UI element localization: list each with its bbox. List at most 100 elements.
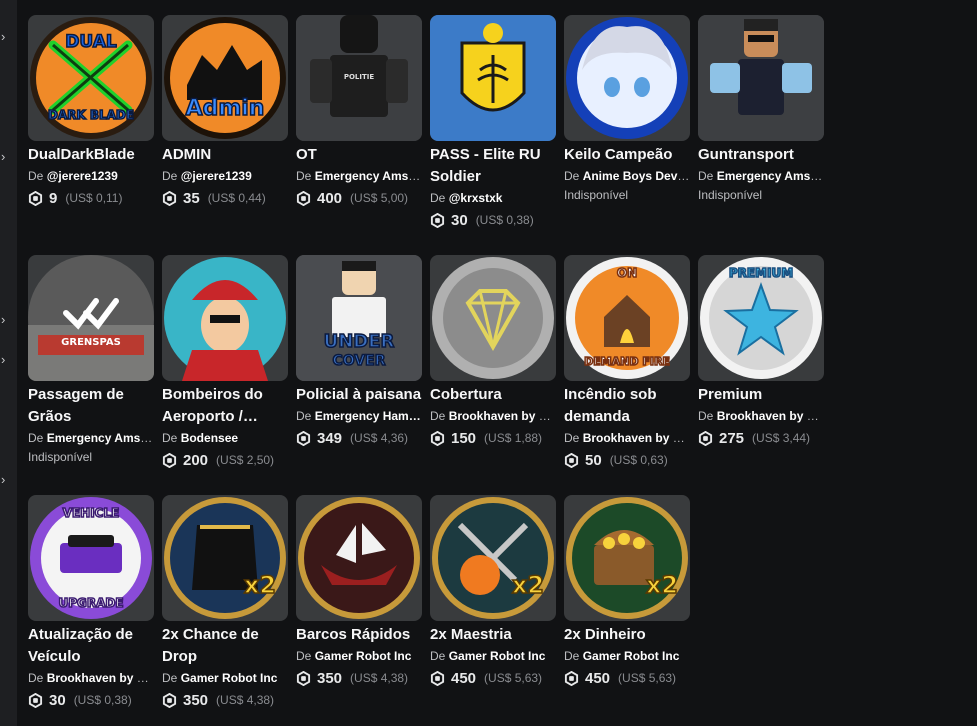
gamepass-name[interactable]: DualDarkBlade [28, 144, 154, 166]
gamepass-card[interactable]: x2 2x Dinheiro De Gamer Robot Inc 450 (US$ … [564, 495, 690, 689]
creator-link[interactable]: Brookhaven by V… [449, 409, 556, 423]
creator-link[interactable]: Bodensee [181, 431, 238, 445]
robux-price: 275 [719, 429, 745, 447]
gamepass-card[interactable]: Bombeiros do Aeroporto /… De Bodensee 200… [162, 255, 288, 471]
price-row: 350 (US$ 4,38) [296, 667, 422, 689]
creator-prefix: De [698, 169, 714, 183]
gamepass-thumbnail[interactable]: ON DEMAND FIRE [564, 255, 690, 381]
robux-price: 150 [451, 429, 477, 447]
creator-link[interactable]: Emergency Amst… [315, 169, 422, 183]
gamepass-name[interactable]: Passagem de Grãos [28, 384, 154, 428]
gamepass-name[interactable]: PASS - Elite RU Soldier [430, 144, 556, 188]
premium-star-image: PREMIUM [700, 257, 822, 379]
gamepass-thumbnail[interactable] [698, 15, 824, 141]
robux-price: 349 [317, 429, 343, 447]
gamepass-name[interactable]: 2x Chance de Drop [162, 624, 288, 668]
creator-link[interactable]: @jerere1239 [181, 169, 252, 183]
creator-link[interactable]: Brookhaven by V… [717, 409, 824, 423]
x2-swords-image: x2 [432, 497, 554, 619]
gamepass-card[interactable]: PREMIUM Premium De Brookhaven by V… 275 (US… [698, 255, 824, 449]
gamepass-name[interactable]: Guntransport [698, 144, 824, 166]
gamepass-name[interactable]: Premium [698, 384, 824, 406]
gamepass-thumbnail[interactable] [430, 255, 556, 381]
chevron-right-icon[interactable]: › [1, 353, 11, 367]
usd-price: (US$ 0,38) [475, 213, 534, 227]
usd-price: (US$ 0,44) [207, 191, 266, 205]
gamepass-thumbnail[interactable]: DUAL DARK BLADE [28, 15, 154, 141]
gamepass-thumbnail[interactable]: Admin [162, 15, 288, 141]
chevron-right-icon[interactable]: › [1, 473, 11, 487]
creator-prefix: De [28, 431, 44, 445]
creator-link[interactable]: Brookhaven by V… [47, 671, 154, 685]
price-row: 35 (US$ 0,44) [162, 187, 288, 209]
creator-link[interactable]: @jerere1239 [47, 169, 118, 183]
gamepass-name[interactable]: Incêndio sob demanda [564, 384, 690, 428]
robux-icon [296, 670, 311, 686]
gamepass-thumbnail[interactable] [162, 255, 288, 381]
chevron-right-icon[interactable]: › [1, 30, 11, 44]
gamepass-name[interactable]: OT [296, 144, 422, 166]
chevron-right-icon[interactable]: › [1, 313, 11, 327]
gamepass-card[interactable]: UNDER COVER Policial à paisana De Emergency… [296, 255, 422, 449]
price-row: 349 (US$ 4,36) [296, 427, 422, 449]
gamepass-card[interactable]: POLITIE OT De Emergency Amst… 400 (US$ 5,00… [296, 15, 422, 209]
robux-icon [430, 670, 445, 686]
gamepass-name[interactable]: Barcos Rápidos [296, 624, 422, 646]
anime-face-image [566, 17, 688, 139]
gamepass-name[interactable]: ADMIN [162, 144, 288, 166]
creator-link[interactable]: Emergency Amst… [47, 431, 154, 445]
creator-link[interactable]: Emergency Ham… [315, 409, 421, 423]
gamepass-card[interactable]: Barcos Rápidos De Gamer Robot Inc 350 (US$… [296, 495, 422, 689]
gamepass-creator: De @krxstxk [430, 189, 556, 207]
gamepass-thumbnail[interactable] [564, 15, 690, 141]
gamepass-thumbnail[interactable]: x2 [162, 495, 288, 621]
creator-prefix: De [564, 649, 580, 663]
robux-icon [564, 670, 579, 686]
gamepass-card[interactable]: Keilo Campeão De Anime Boys Deve… Indispon… [564, 15, 690, 204]
gamepass-name[interactable]: Policial à paisana [296, 384, 422, 406]
creator-link[interactable]: Gamer Robot Inc [583, 649, 680, 663]
gamepass-name[interactable]: Bombeiros do Aeroporto /… [162, 384, 288, 428]
chevron-right-icon[interactable]: › [1, 150, 11, 164]
gamepass-name[interactable]: 2x Maestria [430, 624, 556, 646]
gamepass-name[interactable]: Cobertura [430, 384, 556, 406]
gamepass-card[interactable]: GRENSPAS Passagem de Grãos De Emergency Am… [28, 255, 154, 466]
robux-price: 50 [585, 451, 602, 469]
creator-link[interactable]: Gamer Robot Inc [181, 671, 278, 685]
creator-link[interactable]: @krxstxk [449, 191, 503, 205]
gamepass-card[interactable]: PASS - Elite RU Soldier De @krxstxk 30 (US… [430, 15, 556, 231]
gamepass-thumbnail[interactable]: x2 [564, 495, 690, 621]
gamepass-name[interactable]: Atualização de Veículo [28, 624, 154, 668]
robux-icon [28, 692, 43, 708]
robux-price: 400 [317, 189, 343, 207]
gamepass-thumbnail[interactable]: POLITIE [296, 15, 422, 141]
gamepass-name[interactable]: 2x Dinheiro [564, 624, 690, 646]
creator-link[interactable]: Brookhaven by V… [583, 431, 690, 445]
gamepass-card[interactable]: VEHICLE UPGRADE Atualização de Veículo De B… [28, 495, 154, 711]
gamepass-thumbnail[interactable] [430, 15, 556, 141]
gamepass-card[interactable]: DUAL DARK BLADE DualDarkBlade De @jerere123… [28, 15, 154, 209]
gamepass-card[interactable]: Cobertura De Brookhaven by V… 150 (US$ 1,8… [430, 255, 556, 449]
creator-link[interactable]: Emergency Amst… [717, 169, 824, 183]
gamepass-card[interactable]: x2 2x Maestria De Gamer Robot Inc 450 (US$ … [430, 495, 556, 689]
gamepass-creator: De Emergency Ham… [296, 407, 422, 425]
svg-text:x2: x2 [646, 571, 678, 599]
gamepass-card[interactable]: x2 2x Chance de Drop De Gamer Robot Inc 35… [162, 495, 288, 711]
gamepass-name[interactable]: Keilo Campeão [564, 144, 690, 166]
gamepass-thumbnail[interactable]: UNDER COVER [296, 255, 422, 381]
creator-link[interactable]: Gamer Robot Inc [449, 649, 546, 663]
gamepass-card[interactable]: ON DEMAND FIRE Incêndio sob demanda De Broo… [564, 255, 690, 471]
x2-treasure-image: x2 [566, 497, 688, 619]
gamepass-card[interactable]: Guntransport De Emergency Amst… Indisponív… [698, 15, 824, 204]
gamepass-thumbnail[interactable]: PREMIUM [698, 255, 824, 381]
gamepass-thumbnail[interactable]: GRENSPAS [28, 255, 154, 381]
creator-link[interactable]: Anime Boys Deve… [583, 169, 690, 183]
gamepass-creator: De Gamer Robot Inc [564, 647, 690, 665]
gamepass-thumbnail[interactable] [296, 495, 422, 621]
gamepass-thumbnail[interactable]: x2 [430, 495, 556, 621]
price-row: 400 (US$ 5,00) [296, 187, 422, 209]
creator-link[interactable]: Gamer Robot Inc [315, 649, 412, 663]
creator-prefix: De [430, 409, 446, 423]
gamepass-card[interactable]: Admin ADMIN De @jerere1239 35 (US$ 0,44) [162, 15, 288, 209]
gamepass-thumbnail[interactable]: VEHICLE UPGRADE [28, 495, 154, 621]
